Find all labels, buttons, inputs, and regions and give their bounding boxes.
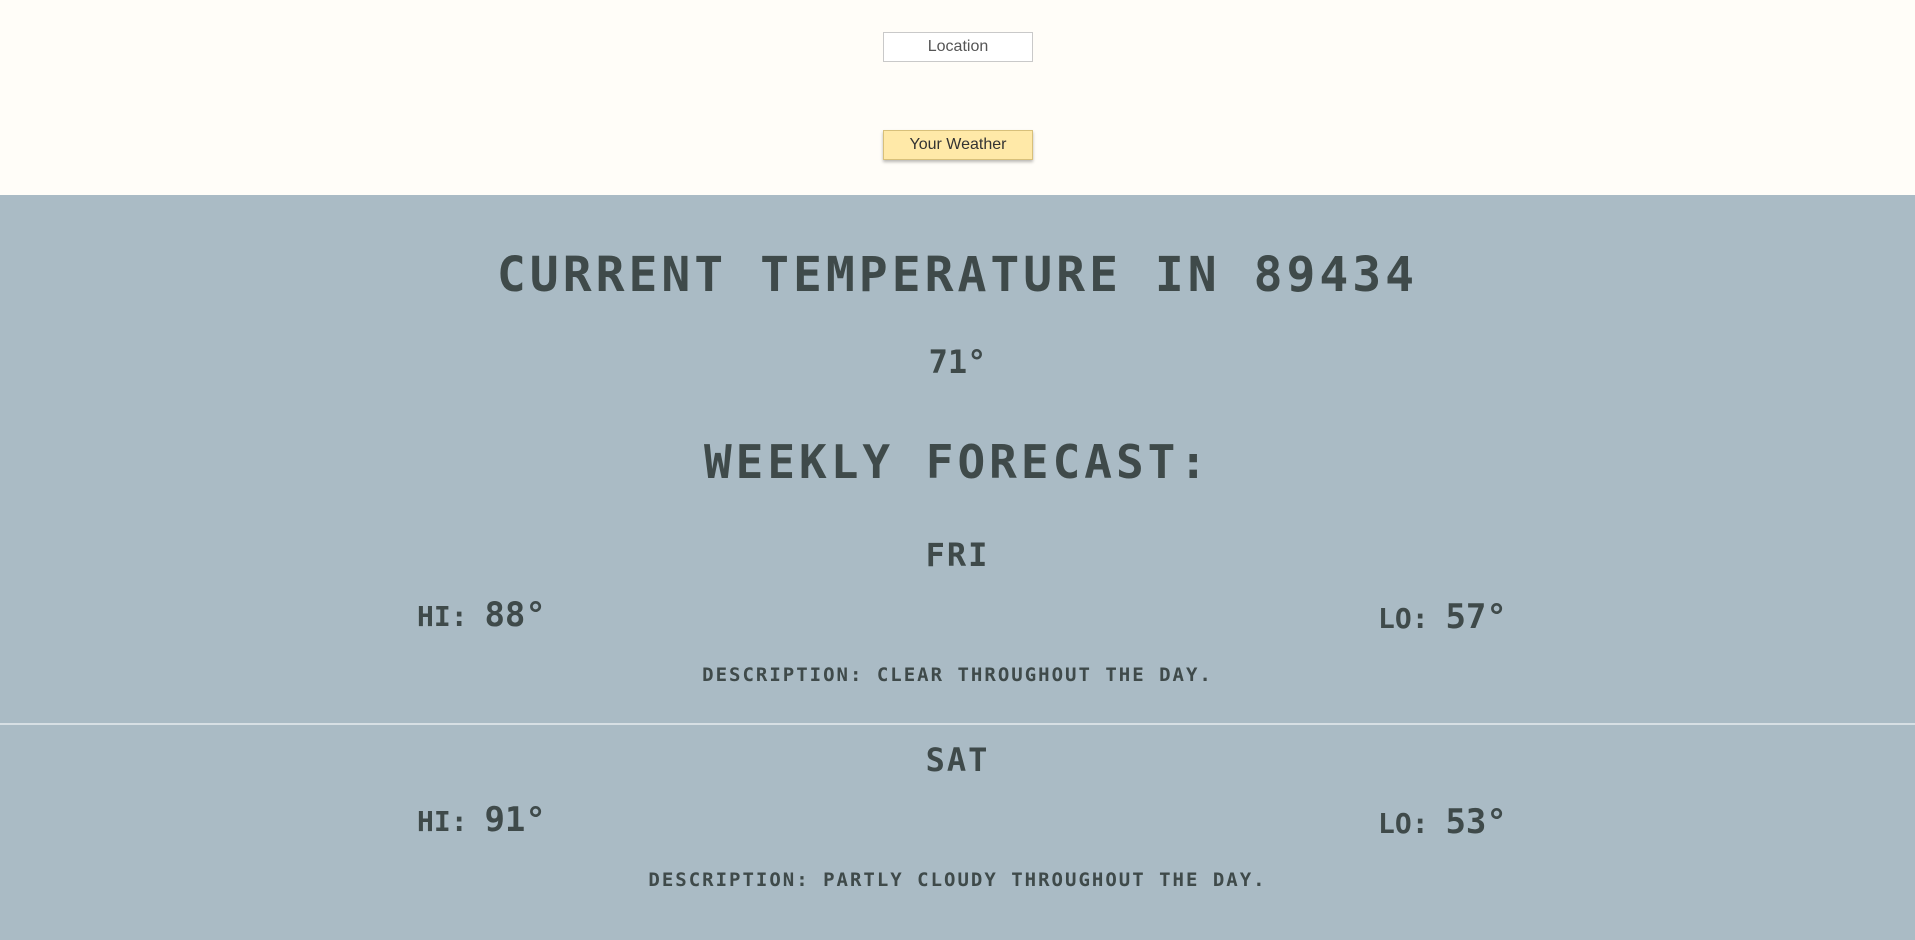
- hi-value: 91°: [484, 800, 546, 840]
- forecast-description: Description: Partly cloudy throughout th…: [648, 869, 1267, 891]
- forecast-day: Sat Hi: 91° Lo: 53° Description: Partly …: [0, 740, 1915, 940]
- forecast-divider: [0, 723, 1915, 725]
- lo-value: 57°: [1445, 597, 1507, 637]
- weather-panel: Current Temperature in 89434 71° Weekly …: [0, 195, 1915, 927]
- search-header: Your Weather: [0, 0, 1915, 195]
- zip-code: 89434: [1253, 247, 1419, 303]
- lo-label: Lo:: [1378, 602, 1429, 635]
- lo-value: 53°: [1445, 802, 1507, 842]
- forecast-lo: Lo: 53°: [1378, 804, 1507, 842]
- hi-value: 88°: [484, 595, 546, 635]
- location-input[interactable]: [883, 32, 1033, 62]
- current-temperature-value: 71°: [928, 343, 987, 381]
- forecast-hi: Hi: 88°: [417, 597, 546, 635]
- your-weather-button[interactable]: Your Weather: [883, 130, 1033, 160]
- forecast-day: Fri Hi: 88° Lo: 57° Description: Clear t…: [0, 535, 1915, 735]
- weekly-forecast-heading: Weekly Forecast:: [703, 435, 1212, 489]
- current-temperature-heading: Current Temperature in 89434: [0, 245, 1915, 305]
- forecast-lo: Lo: 57°: [1378, 599, 1507, 637]
- forecast-day-name: Fri: [925, 536, 990, 574]
- current-temperature-label: Current Temperature in: [496, 247, 1221, 303]
- lo-label: Lo:: [1378, 807, 1429, 840]
- forecast-description: Description: Clear throughout the day.: [702, 664, 1213, 686]
- forecast-day-name: Sat: [925, 741, 990, 779]
- forecast-hi: Hi: 91°: [417, 802, 546, 840]
- hi-label: Hi:: [417, 805, 468, 838]
- hi-label: Hi:: [417, 600, 468, 633]
